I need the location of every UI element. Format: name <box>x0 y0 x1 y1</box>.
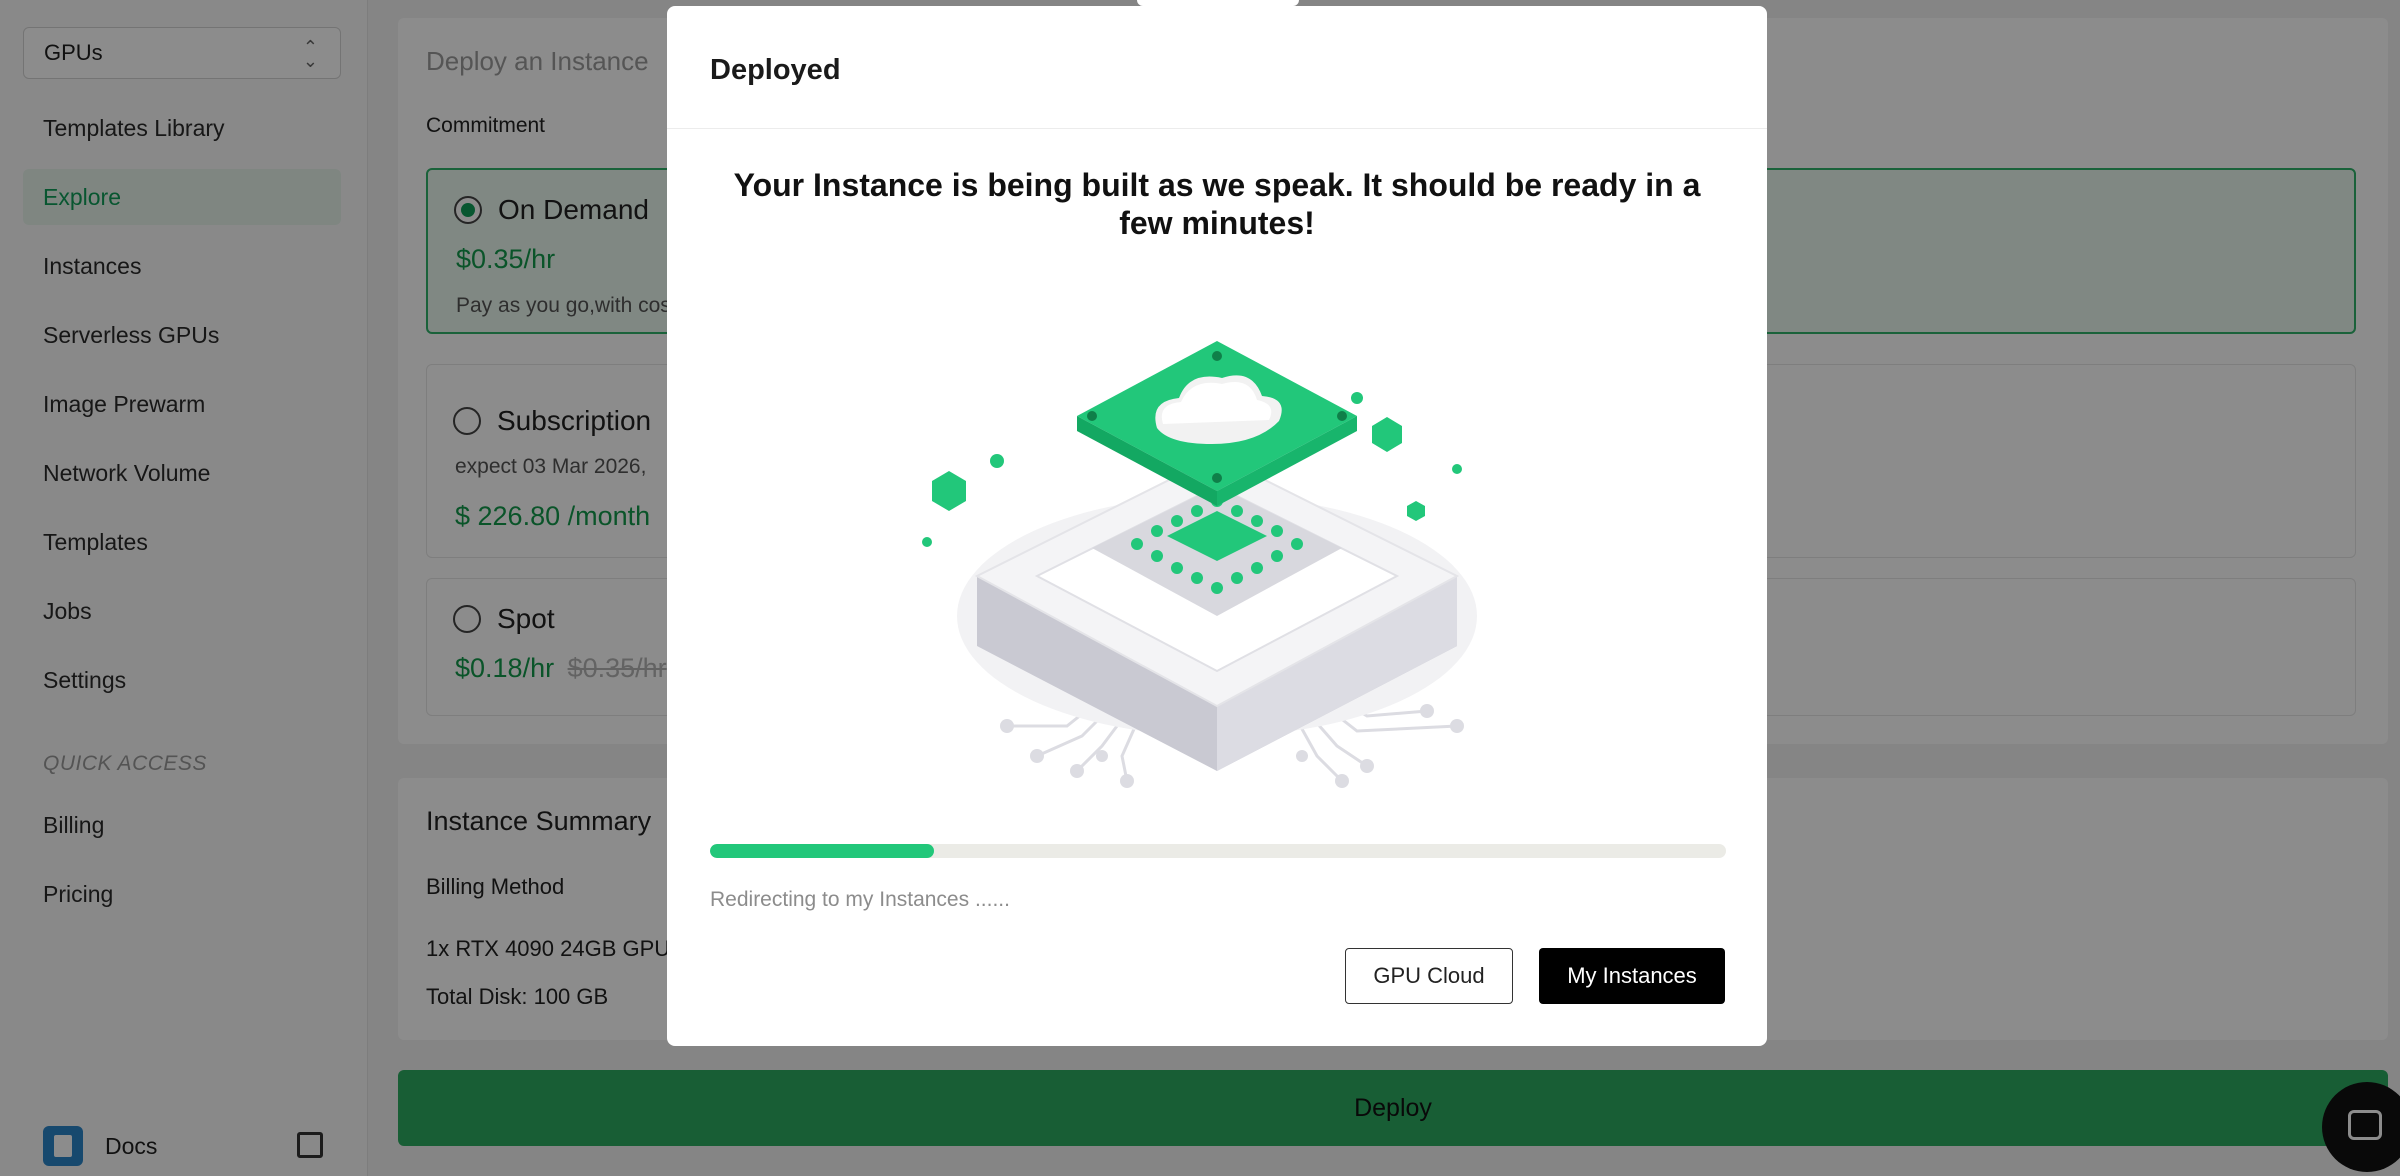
progress-bar <box>710 844 1726 858</box>
modal-message: Your Instance is being built as we speak… <box>733 167 1701 241</box>
gpu-cloud-button[interactable]: GPU Cloud <box>1345 948 1513 1004</box>
redirect-text: Redirecting to my Instances ...... <box>710 888 1010 911</box>
modal-divider <box>667 128 1767 129</box>
progress-fill <box>710 844 934 858</box>
modal-title: Deployed <box>710 54 841 86</box>
my-instances-button[interactable]: My Instances <box>1539 948 1725 1004</box>
deployed-modal: Deployed Your Instance is being built as… <box>667 6 1767 1046</box>
cloud-server-illustration <box>922 341 1477 788</box>
